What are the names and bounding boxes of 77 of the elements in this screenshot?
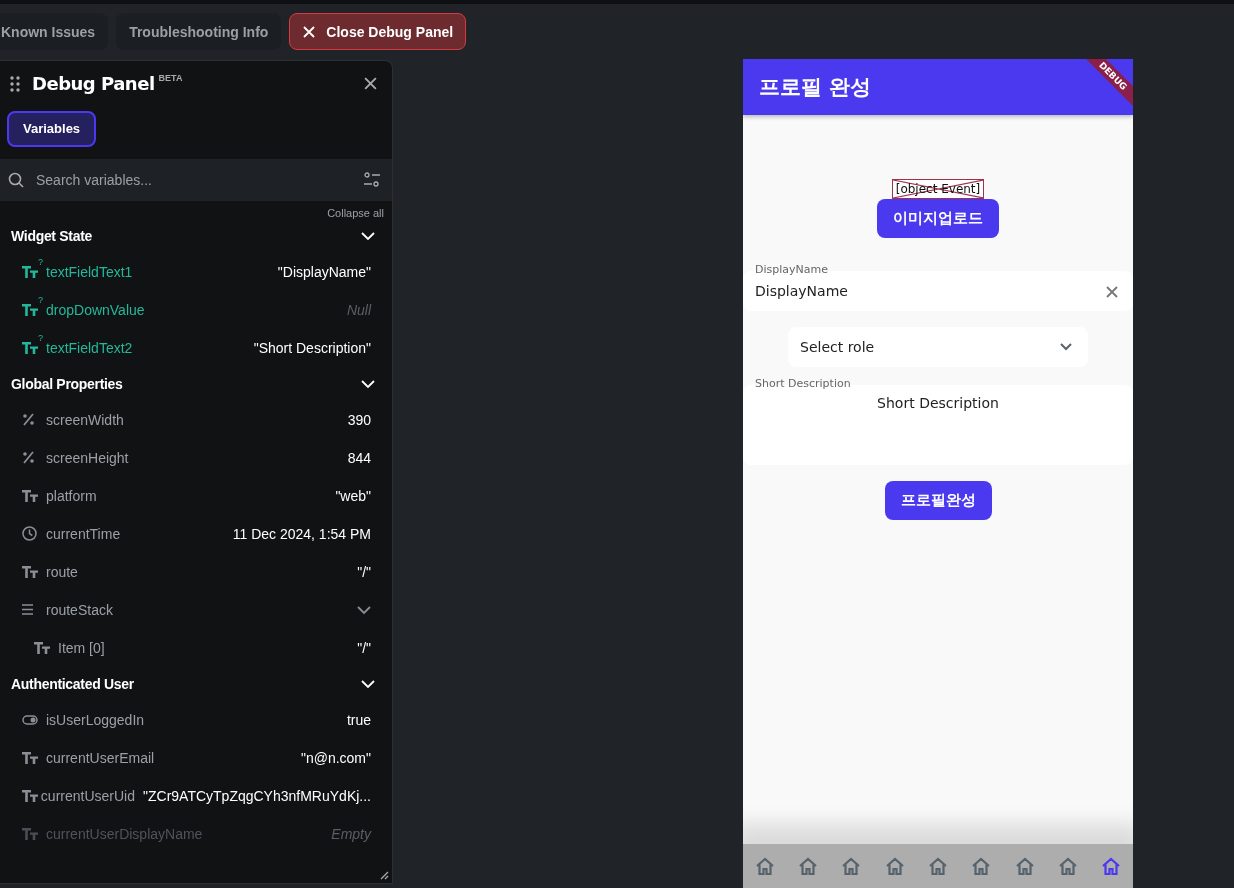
section-title: Authenticated User: [11, 675, 134, 692]
variable-name: textFieldText2: [46, 339, 133, 356]
variable-value: "DisplayName": [276, 263, 371, 280]
text-type-icon: [22, 265, 38, 278]
home-icon[interactable]: [1057, 857, 1078, 875]
text-type-icon: [22, 489, 38, 502]
search-icon: [8, 171, 24, 188]
search-field[interactable]: Search variables...: [34, 170, 354, 189]
nullable-mark: ?: [38, 332, 43, 343]
percent-icon: [22, 451, 35, 465]
home-icon[interactable]: [798, 857, 818, 875]
section-title: Widget State: [11, 227, 93, 244]
variable-name: dropDownValue: [46, 301, 145, 318]
home-icon[interactable]: [1014, 857, 1035, 875]
variable-name: currentTime: [46, 525, 121, 542]
collapse-all-link[interactable]: Collapse all: [327, 200, 392, 219]
role-dropdown[interactable]: Select role: [788, 327, 1088, 367]
drag-handle-icon[interactable]: [10, 75, 20, 92]
text-type-icon: [22, 303, 38, 316]
home-icon[interactable]: [884, 857, 905, 875]
variable-value: Null: [345, 301, 371, 318]
home-icon[interactable]: [971, 857, 992, 875]
upload-image-button[interactable]: 이미지업로드: [877, 199, 999, 238]
variable-name: screenHeight: [46, 449, 129, 466]
variable-value: "Short Description": [252, 339, 371, 356]
text-type-icon: [22, 827, 38, 840]
variable-name: textFieldText1: [46, 263, 133, 280]
percent-icon: [22, 413, 35, 427]
home-icon[interactable]: [927, 857, 948, 875]
list-icon: [22, 604, 33, 616]
resize-handle-icon[interactable]: [380, 871, 389, 880]
variable-value: 390: [346, 411, 371, 428]
variable-value: "n@n.com": [299, 749, 371, 766]
complete-profile-button[interactable]: 프로필완성: [884, 481, 992, 520]
variable-name: route: [46, 563, 78, 580]
nullable-mark: ?: [38, 256, 43, 267]
text-type-icon: [22, 341, 38, 354]
filter-icon[interactable]: [364, 171, 380, 188]
text-type-icon: [22, 751, 38, 764]
variable-name: Item [0]: [58, 639, 105, 656]
text-type-icon: [22, 789, 38, 802]
chevron-icon: [1060, 343, 1072, 351]
variable-name: platform: [46, 487, 97, 504]
variable-name: currentUserEmail: [46, 749, 155, 766]
close-icon[interactable]: [302, 24, 317, 39]
close-panel-button[interactable]: Close Debug Panel: [289, 13, 467, 51]
variable-value: true: [345, 711, 371, 728]
variable-value: "web": [334, 487, 371, 504]
beta-label: BETA: [158, 72, 183, 83]
variable-value: Empty: [330, 825, 371, 842]
home-icon[interactable]: [841, 857, 862, 875]
variable-value: 11 Dec 2024, 1:54 PM: [231, 525, 371, 542]
app-bar-title: 프로필 완성: [759, 74, 872, 101]
panel-title: Debug Panel: [32, 73, 155, 95]
text-type-icon: [34, 641, 50, 654]
variable-name: isUserLoggedIn: [46, 711, 145, 728]
variable-name: currentUserUid: [40, 787, 135, 804]
nullable-mark: ?: [38, 294, 43, 305]
toggle-icon: [22, 714, 38, 725]
home-icon[interactable]: [754, 857, 775, 875]
variable-value: "/": [356, 563, 371, 580]
variables-tab[interactable]: Variables: [7, 110, 97, 147]
variable-name: currentUserDisplayName: [46, 825, 203, 842]
text-type-icon: [22, 565, 38, 578]
variable-value: "/": [356, 639, 371, 656]
clock-icon: [22, 526, 37, 542]
variable-name: routeStack: [46, 601, 113, 618]
close-icon[interactable]: [363, 76, 378, 92]
clear-icon[interactable]: [1105, 285, 1119, 299]
toolbar-button[interactable]: Troubleshooting Info: [116, 13, 282, 51]
home-icon[interactable]: [1101, 857, 1122, 875]
variable-name: screenWidth: [46, 411, 124, 428]
variable-value: "ZCr9ATCyTpZqgCYh3nfMRuYdKj...: [142, 787, 371, 804]
search-bar[interactable]: Search variables...: [0, 158, 392, 201]
variable-value: 844: [346, 449, 371, 466]
section-title: Global Properties: [11, 375, 123, 392]
toolbar-button[interactable]: Known Issues: [0, 13, 109, 51]
